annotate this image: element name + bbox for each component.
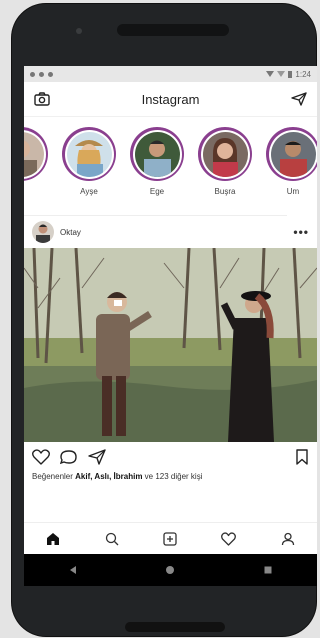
add-icon[interactable] [163,532,177,546]
activity-icon[interactable] [221,532,237,546]
battery-icon [288,70,293,78]
post-photo[interactable] [24,248,317,442]
story-item[interactable] [24,127,48,187]
home-icon[interactable] [46,532,60,546]
post-username: Oktay [60,227,81,237]
story-name: Ayşe [80,187,98,196]
likes-names[interactable]: Akif, Aslı, İbrahim [75,472,142,481]
status-time: 1:24 [295,69,311,79]
front-sensor [76,28,82,34]
story-item[interactable]: Um [266,127,317,196]
post-header: Oktay ••• [24,216,317,248]
post-author[interactable]: Oktay [32,221,81,243]
story-item[interactable]: Ege [130,127,184,196]
story-avatar [66,131,112,177]
back-icon[interactable] [68,565,78,575]
phone-screen: 1:24 Instagram Ayşe Ege Buşra Um Oktay •… [24,66,317,586]
wifi-icon [266,71,275,77]
status-bar: 1:24 [24,66,317,82]
story-ring [130,127,184,181]
recents-icon[interactable] [263,565,273,575]
profile-icon[interactable] [281,532,295,546]
story-avatar [202,131,248,177]
story-avatar [270,131,316,177]
bookmark-icon[interactable] [295,449,309,465]
story-name: Um [286,187,300,196]
send-icon[interactable] [289,89,309,109]
app-header: Instagram [24,82,317,117]
post-avatar [32,221,54,243]
story-ring [24,127,48,181]
story-ring [62,127,116,181]
signal-icon [277,71,286,77]
status-indicators: 1:24 [266,70,311,79]
heart-icon[interactable] [32,449,50,465]
story-name: Buşra [214,187,236,196]
story-item[interactable]: Buşra [198,127,252,196]
story-ring [198,127,252,181]
story-avatar [24,131,44,177]
more-options-icon[interactable]: ••• [293,225,309,239]
bottom-tab-bar [24,522,317,555]
notification-icon [30,71,35,77]
share-icon[interactable] [88,449,106,465]
notification-icon [39,71,44,77]
camera-icon[interactable] [32,89,52,109]
story-avatar [134,131,180,177]
post-actions-left [32,449,106,465]
story-item[interactable]: Ayşe [62,127,116,196]
home-circle-icon[interactable] [165,565,175,575]
app-title: Instagram [141,91,200,107]
post-actions [24,442,317,472]
likes-text: Beğenenler Akif, Aslı, İbrahim ve 123 di… [24,472,317,484]
system-nav-bar [24,554,317,586]
comment-icon[interactable] [60,449,78,465]
bottom-speaker [125,622,225,632]
story-ring [266,127,317,181]
likes-suffix[interactable]: ve 123 diğer kişi [145,472,203,481]
search-icon[interactable] [105,532,119,546]
earpiece-speaker [117,24,229,36]
likes-prefix: Beğenenler [32,472,73,481]
status-notifications [30,71,53,77]
notification-icon [48,71,53,77]
stories-tray: Ayşe Ege Buşra Um [24,117,317,216]
story-name: Ege [149,187,165,196]
